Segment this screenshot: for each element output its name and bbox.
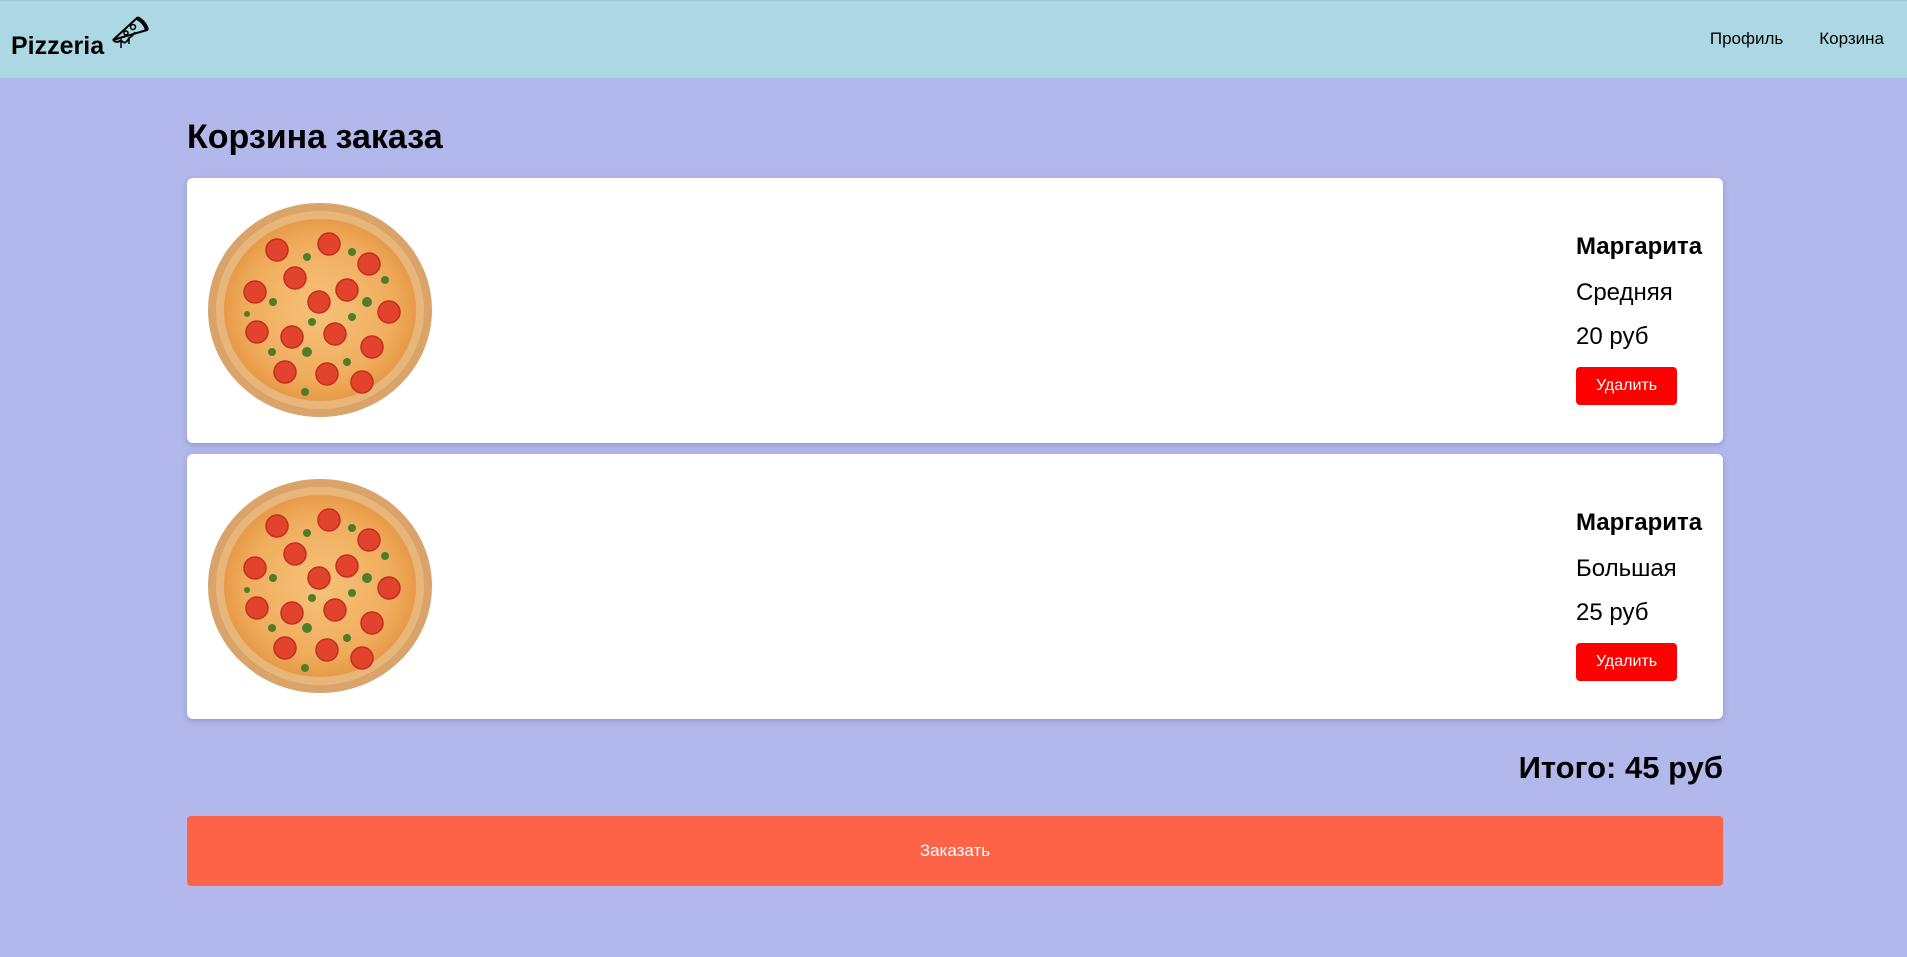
cart-item: Маргарита Большая 25 руб Удалить [187,454,1723,719]
cart-item-info: Маргарита Средняя 20 руб Удалить [1576,233,1702,405]
item-name: Маргарита [1576,509,1703,536]
item-size: Средняя [1576,279,1673,306]
delete-button[interactable]: Удалить [1576,367,1677,405]
pizza-image [207,202,433,418]
nav-profile-link[interactable]: Профиль [1710,29,1783,49]
item-price: 25 руб [1576,599,1649,626]
cart-item-info: Маргарита Большая 25 руб Удалить [1576,509,1702,681]
cart-item: Маргарита Средняя 20 руб Удалить [187,178,1723,443]
order-total: Итого: 45 руб [1518,750,1723,785]
item-name: Маргарита [1576,233,1703,260]
main-nav: Профиль Корзина [1710,29,1884,49]
pizza-slice-icon [112,16,150,48]
item-size: Большая [1576,555,1677,582]
brand-name: Pizzeria [11,31,105,60]
nav-cart-link[interactable]: Корзина [1819,29,1884,49]
pizza-image [207,478,433,694]
page-title: Корзина заказа [187,118,443,156]
place-order-button[interactable]: Заказать [187,816,1723,886]
delete-button[interactable]: Удалить [1576,643,1677,681]
item-price: 20 руб [1576,323,1649,350]
top-header: Pizzeria Профиль Корзина [0,0,1907,78]
brand[interactable]: Pizzeria [11,9,151,71]
cart-list: Маргарита Средняя 20 руб Удалить Маргари… [187,178,1723,730]
